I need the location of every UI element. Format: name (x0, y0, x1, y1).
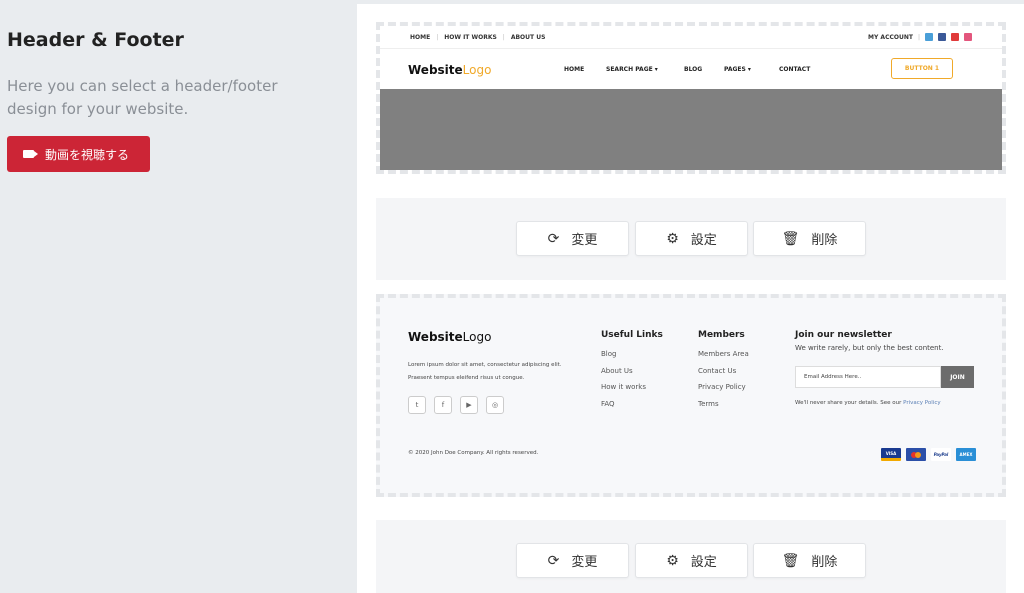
menu-home: HOME (564, 66, 585, 73)
footer-settings-button[interactable]: ⚙ 設定 (635, 543, 748, 578)
delete-footer-button[interactable]: 🗑 削除 (753, 543, 866, 578)
footer-social-icons: t f ▶ ◎ (408, 396, 504, 414)
header-navbar: WebsiteLogo HOME SEARCH PAGE ▾ BLOG PAGE… (380, 48, 1002, 89)
gear-icon: ⚙ (666, 552, 679, 569)
footer-members-links: Members Members Area Contact Us Privacy … (698, 330, 749, 408)
menu-pages: PAGES ▾ (724, 66, 751, 73)
footer-copyright: © 2020 John Doe Company. All rights rese… (408, 450, 539, 456)
preview-panel: HOME | HOW IT WORKS | ABOUT US MY ACCOUN… (357, 4, 1024, 593)
topbar-account: MY ACCOUNT (868, 33, 913, 41)
facebook-icon: f (434, 396, 452, 414)
topbar-link-how: HOW IT WORKS (444, 34, 497, 41)
footer-newsletter: Join our newsletter We write rarely, but… (795, 330, 944, 352)
header-logo: WebsiteLogo (408, 63, 492, 77)
newsletter-note: We'll never share your details. See our … (795, 400, 941, 406)
youtube-icon (951, 33, 959, 41)
menu-search-page: SEARCH PAGE ▾ (606, 66, 658, 73)
twitter-icon: t (408, 396, 426, 414)
refresh-icon: ⟳ (547, 552, 560, 569)
topbar-link-about: ABOUT US (510, 34, 546, 41)
header-topbar: HOME | HOW IT WORKS | ABOUT US MY ACCOUN… (380, 26, 1002, 48)
newsletter-email-field: Email Address Here.. (795, 366, 941, 388)
menu-contact: CONTACT (779, 66, 811, 73)
header-cta-button: BUTTON 1 (891, 58, 953, 79)
newsletter-form: Email Address Here.. JOIN (795, 366, 974, 388)
twitter-icon (925, 33, 933, 41)
header-menu: HOME SEARCH PAGE ▾ BLOG PAGES ▾ CONTACT (564, 66, 810, 73)
mastercard-icon (906, 448, 926, 461)
topbar-link-home: HOME (410, 34, 431, 41)
watch-video-button[interactable]: 動画を視聴する (7, 136, 150, 172)
header-actions: ⟳ 変更 ⚙ 設定 🗑 削除 (376, 198, 1006, 280)
video-camera-icon (23, 150, 38, 158)
trash-icon: 🗑 (781, 552, 800, 569)
footer-actions: ⟳ 変更 ⚙ 設定 🗑 削除 (376, 520, 1006, 593)
newsletter-join-button: JOIN (941, 366, 974, 388)
footer-description: Lorem ipsum dolor sit amet, consectetur … (408, 362, 562, 381)
paypal-card-icon: PayPal (931, 448, 951, 461)
header-settings-button[interactable]: ⚙ 設定 (635, 221, 748, 256)
trash-icon: 🗑 (781, 230, 800, 247)
refresh-icon: ⟳ (547, 230, 560, 247)
youtube-icon: ▶ (460, 396, 478, 414)
menu-blog: BLOG (684, 66, 703, 73)
footer-useful-links: Useful Links Blog About Us How it works … (601, 330, 663, 408)
amex-card-icon: AMEX (956, 448, 976, 461)
hero-placeholder (380, 89, 1002, 170)
footer-preview[interactable]: WebsiteLogo Lorem ipsum dolor sit amet, … (376, 294, 1006, 497)
header-preview[interactable]: HOME | HOW IT WORKS | ABOUT US MY ACCOUN… (376, 22, 1006, 174)
change-footer-button[interactable]: ⟳ 変更 (516, 543, 629, 578)
page-title: Header & Footer (7, 29, 184, 51)
delete-header-button[interactable]: 🗑 削除 (753, 221, 866, 256)
payment-cards: VISA PayPal AMEX (881, 448, 976, 461)
watch-video-label: 動画を視聴する (45, 147, 130, 162)
instagram-icon: ◎ (486, 396, 504, 414)
instagram-icon (964, 33, 972, 41)
left-panel: Header & Footer Here you can select a he… (0, 0, 356, 593)
gear-icon: ⚙ (666, 230, 679, 247)
footer-logo: WebsiteLogo (408, 330, 492, 344)
facebook-icon (938, 33, 946, 41)
visa-card-icon: VISA (881, 448, 901, 461)
page-description: Here you can select a header/footer desi… (7, 77, 278, 118)
change-header-button[interactable]: ⟳ 変更 (516, 221, 629, 256)
